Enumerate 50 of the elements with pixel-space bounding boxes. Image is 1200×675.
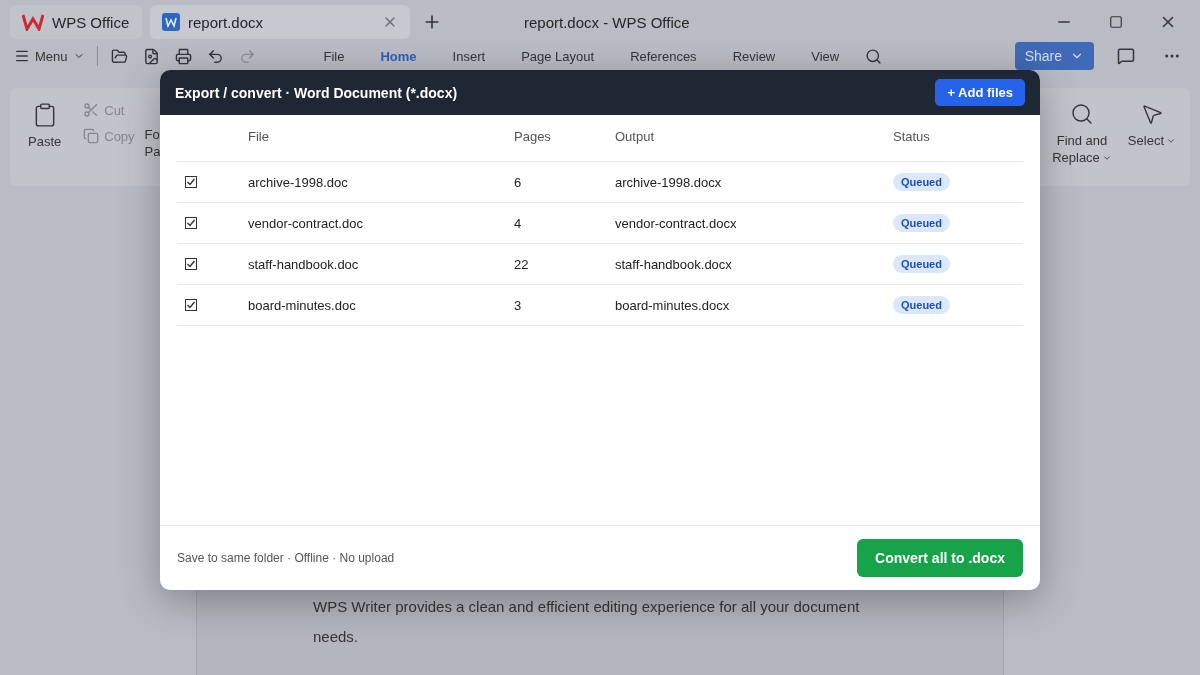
column-header: Pages xyxy=(514,129,552,144)
column-header: File xyxy=(248,129,270,144)
ribbon-tab[interactable]: File xyxy=(323,48,345,64)
output-name: board-minutes.docx xyxy=(615,297,731,313)
dialog-title: Export / convert · Word Document (*.docx) xyxy=(175,84,458,101)
checked-checkbox[interactable] xyxy=(185,176,197,188)
menu-button[interactable]: Menu xyxy=(14,48,85,64)
document-icon xyxy=(162,13,180,31)
column-header: Output xyxy=(615,129,656,144)
ribbon-tab[interactable]: View xyxy=(811,48,840,64)
search-icon xyxy=(1070,102,1094,126)
footer-note: Save to same folder · Offline · No upload xyxy=(177,551,395,565)
add-files-button[interactable]: + Add files xyxy=(935,79,1025,106)
output-name: vendor-contract.docx xyxy=(615,215,738,231)
output-name: staff-handbook.docx xyxy=(615,256,733,272)
checked-checkbox[interactable] xyxy=(185,258,197,270)
scissors-icon xyxy=(83,102,100,118)
format-painter-button[interactable]: Fo Pa xyxy=(144,126,161,160)
checked-checkbox[interactable] xyxy=(185,299,197,311)
select-button[interactable]: Select xyxy=(1127,102,1176,166)
ribbon-tab[interactable]: References xyxy=(630,48,697,64)
paragraph: WPS Writer provides a clean and efficient editing experience for all your document needs. xyxy=(313,597,861,647)
logo-icon xyxy=(22,13,44,31)
file-name: board-minutes.doc xyxy=(248,297,357,313)
app-tab[interactable]: WPS Office xyxy=(10,5,142,39)
checked-checkbox[interactable] xyxy=(185,217,197,229)
page-count: 3 xyxy=(514,297,523,313)
file-name: archive-1998.doc xyxy=(248,174,349,190)
file-name: vendor-contract.doc xyxy=(248,215,364,231)
find-button[interactable]: Find and Replace xyxy=(1052,102,1112,166)
column-header: Status xyxy=(893,129,931,144)
window-title: report.docx - WPS Office xyxy=(524,13,691,31)
status-badge: Queued xyxy=(893,296,950,314)
menu-icon xyxy=(14,48,30,64)
page-count: 22 xyxy=(514,256,530,272)
page-count: 4 xyxy=(514,215,523,231)
convert-button[interactable]: Convert all to .docx xyxy=(857,539,1023,577)
output-name: archive-1998.docx xyxy=(615,174,723,190)
status-badge: Queued xyxy=(893,255,950,273)
copy-icon xyxy=(83,128,100,144)
ribbon-tab[interactable]: Review xyxy=(732,48,776,64)
file-name: staff-handbook.doc xyxy=(248,256,360,272)
app-tab[interactable]: report.docx xyxy=(150,5,410,39)
page-count: 6 xyxy=(514,174,523,190)
status-badge: Queued xyxy=(893,214,950,232)
paste-button[interactable]: Paste xyxy=(28,102,62,149)
ribbon-tab[interactable]: Page Layout xyxy=(521,48,595,64)
ribbon-tab[interactable]: Insert xyxy=(452,48,486,64)
share-button[interactable]: Share xyxy=(1014,42,1094,70)
status-badge: Queued xyxy=(893,173,950,191)
